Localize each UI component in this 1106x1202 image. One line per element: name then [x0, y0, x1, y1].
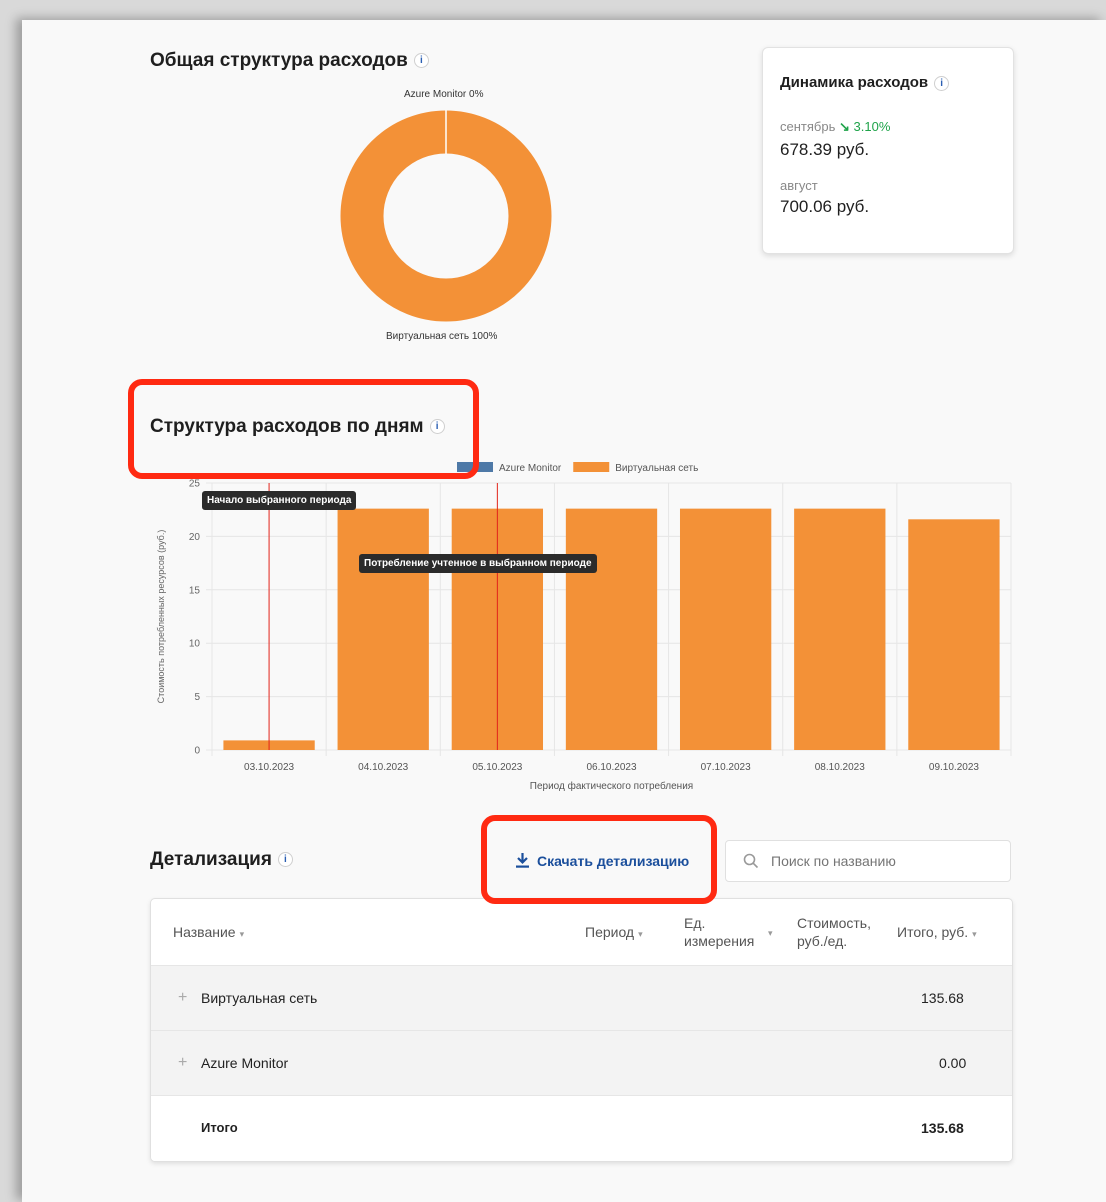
row-name: Azure Monitor	[201, 1055, 289, 1071]
y-tick-label: 5	[194, 692, 200, 703]
search-icon	[743, 853, 759, 869]
row-total: 135.68	[921, 990, 964, 1006]
table-row[interactable]: + Виртуальная сеть 135.68	[151, 965, 1012, 1031]
x-tick-label: 05.10.2023	[472, 762, 522, 773]
trend-percent: 3.10%	[853, 119, 891, 134]
details-title-text: Детализация	[150, 849, 272, 870]
sort-icon: ▾	[768, 928, 773, 938]
legend-label: Azure Monitor	[499, 463, 562, 474]
x-tick-label: 09.10.2023	[929, 762, 979, 773]
donut-slice-virtual-network[interactable]	[340, 110, 552, 322]
x-axis-label: Период фактического потребления	[530, 780, 693, 792]
current-month-value: 678.39 руб.	[780, 140, 870, 159]
info-icon[interactable]: i	[413, 53, 429, 69]
sort-icon: ▾	[239, 929, 245, 939]
col-header-name[interactable]: Название ▾	[173, 923, 244, 943]
legend-label: Виртуальная сеть	[615, 463, 698, 474]
col-header-unit-line1: Ед.	[684, 915, 706, 931]
donut-chart	[340, 110, 552, 322]
row-name: Виртуальная сеть	[201, 990, 318, 1006]
col-header-cost[interactable]: Стоимость, руб./ед.	[797, 914, 871, 950]
general-structure-title-text: Общая структура расходов	[150, 50, 408, 71]
x-tick-label: 07.10.2023	[701, 762, 751, 773]
col-header-unit[interactable]: Ед. измерения ▾	[684, 914, 773, 950]
col-header-unit-line2: измерения	[684, 933, 755, 949]
y-tick-label: 15	[189, 585, 201, 596]
y-axis-label: Стоимость потребленных ресурсов (руб.)	[156, 530, 166, 704]
table-header: Название ▾ Период ▾ Ед. измерения ▾ Стоимо…	[151, 899, 1012, 965]
dynamics-card: Динамика расходов i сентябрь ↘ 3.10% 678.…	[762, 47, 1014, 254]
bar-virtual-network[interactable]	[679, 508, 772, 750]
details-table: Название ▾ Период ▾ Ед. измерения ▾ Стоимо…	[150, 898, 1013, 1162]
info-icon[interactable]: i	[277, 852, 293, 868]
period-start-tooltip: Начало выбранного периода	[202, 491, 357, 510]
highlight-box-download	[481, 815, 717, 904]
x-tick-label: 06.10.2023	[586, 762, 636, 773]
row-total: 0.00	[939, 1055, 967, 1071]
bar-virtual-network[interactable]	[908, 519, 1000, 750]
current-month-row: сентябрь ↘ 3.10%	[780, 119, 890, 135]
highlight-box-daily-title	[128, 379, 479, 479]
table-row[interactable]: + Azure Monitor 0.00	[151, 1030, 1012, 1096]
pie-label-virtual-network: Виртуальная сеть 100%	[386, 331, 498, 342]
dynamics-title-text: Динамика расходов	[780, 74, 929, 91]
footer-total: 135.68	[921, 1120, 964, 1136]
col-header-period[interactable]: Период ▾	[585, 923, 643, 943]
col-header-total[interactable]: Итого, руб. ▾	[897, 923, 977, 943]
x-tick-label: 03.10.2023	[244, 762, 294, 773]
page-frame: Общая структура расходов i Azure Monitor …	[22, 20, 1106, 1202]
legend-swatch-virtual-network	[573, 462, 610, 472]
y-tick-label: 25	[189, 479, 201, 490]
bar-virtual-network[interactable]	[337, 508, 429, 750]
current-month-label: сентябрь	[780, 119, 836, 134]
y-tick-label: 0	[194, 746, 200, 757]
expand-plus-icon[interactable]: +	[178, 1054, 187, 1072]
table-footer-row: Итого 135.68	[151, 1095, 1012, 1161]
y-tick-label: 20	[189, 532, 201, 543]
col-header-period-text: Период	[585, 924, 635, 940]
y-tick-label: 10	[189, 639, 201, 650]
col-header-cost-line1: Стоимость,	[797, 915, 871, 931]
sort-icon: ▾	[972, 929, 977, 939]
col-header-name-text: Название	[173, 924, 236, 940]
period-consumption-tooltip: Потребление учтенное в выбранном периоде	[359, 554, 597, 573]
bar-virtual-network[interactable]	[794, 508, 886, 750]
prev-month-value: 700.06 руб.	[780, 197, 870, 216]
footer-label: Итого	[201, 1120, 238, 1135]
details-title: Детализация i	[150, 849, 293, 871]
x-tick-label: 04.10.2023	[358, 762, 408, 773]
bar-virtual-network[interactable]	[565, 508, 658, 750]
trend-down-icon: ↘	[838, 119, 850, 134]
pie-label-azure: Azure Monitor 0%	[404, 89, 484, 100]
search-input[interactable]	[769, 850, 998, 872]
dynamics-title: Динамика расходов i	[780, 74, 950, 91]
col-header-cost-line2: руб./ед.	[797, 933, 848, 949]
general-structure-title: Общая структура расходов i	[150, 50, 429, 72]
x-tick-label: 08.10.2023	[815, 762, 865, 773]
sort-icon: ▾	[638, 929, 643, 939]
search-field[interactable]	[725, 840, 1011, 882]
expand-plus-icon[interactable]: +	[178, 989, 187, 1007]
prev-month-label: август	[780, 178, 818, 193]
col-header-total-text: Итого, руб.	[897, 924, 969, 940]
info-icon[interactable]: i	[934, 75, 950, 91]
